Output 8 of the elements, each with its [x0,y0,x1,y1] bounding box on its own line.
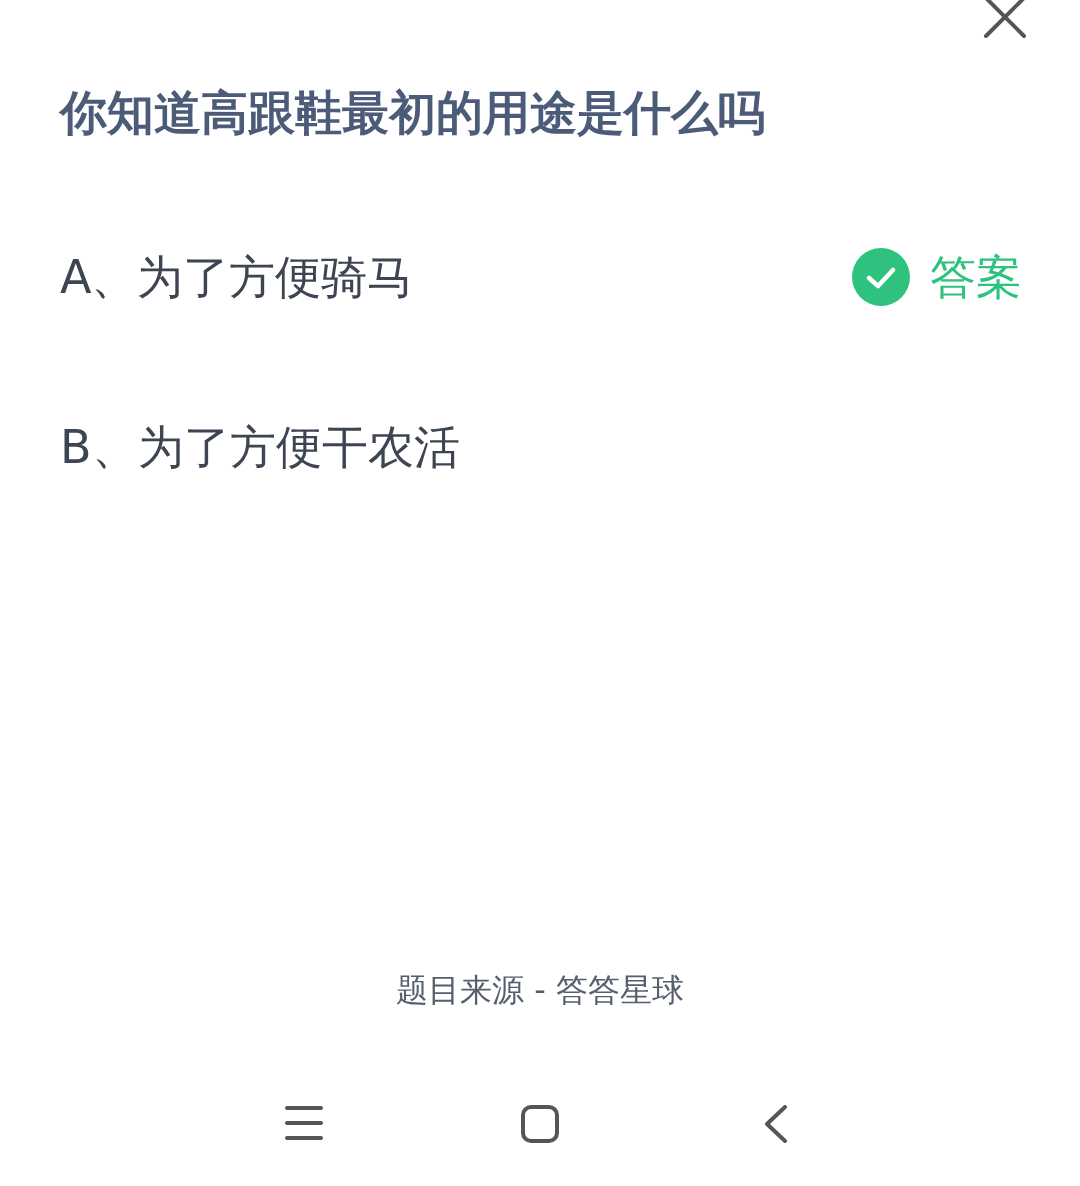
menu-icon[interactable] [285,1105,323,1143]
question-title: 你知道高跟鞋最初的用途是什么吗 [60,85,765,141]
answer-option[interactable]: A、为了方便骑马 [60,249,414,305]
source-text: 题目来源 - 答答星球 [396,970,684,1010]
home-icon[interactable] [521,1105,559,1143]
close-icon[interactable] [983,0,1027,38]
answer-option[interactable]: B、为了方便干农活 [60,419,460,475]
answer-label: 答案 [930,249,1022,305]
